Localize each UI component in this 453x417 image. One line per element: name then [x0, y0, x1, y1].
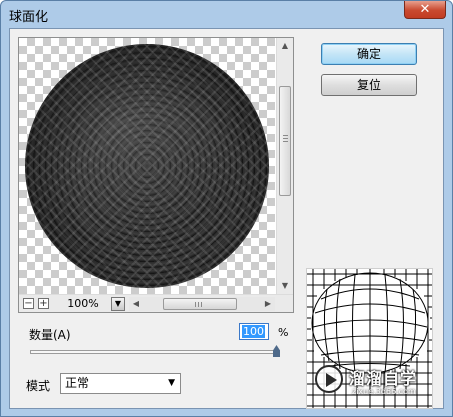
zoom-out-button[interactable]: −	[23, 298, 34, 309]
amount-slider-thumb[interactable]	[273, 345, 280, 357]
ok-button[interactable]: 确定	[321, 43, 417, 65]
zoom-level: 100%	[57, 297, 109, 311]
close-icon: ✕	[419, 2, 431, 17]
grip-icon	[195, 302, 204, 307]
amount-label: 数量(A)	[29, 328, 71, 342]
vertical-scroll-thumb[interactable]	[279, 86, 291, 196]
mode-selected-value: 正常	[65, 376, 90, 390]
close-button[interactable]: ✕	[404, 1, 446, 19]
mode-label: 模式	[26, 379, 51, 393]
chevron-down-icon: ▼	[168, 378, 175, 388]
zoom-dropdown-button[interactable]: ▼	[111, 297, 125, 311]
grip-icon	[283, 135, 288, 144]
spherized-image	[25, 44, 269, 288]
preview-horizontal-scrollbar[interactable]: ◀ ▶	[129, 297, 275, 311]
title-bar: 球面化 ✕	[1, 1, 452, 27]
watermark-title: 溜溜自学	[349, 369, 418, 388]
watermark-url: zixue.3d66.com	[352, 387, 416, 396]
amount-unit: %	[278, 326, 289, 339]
triangle-down-icon: ▼	[114, 299, 122, 308]
amount-input[interactable]: 100	[239, 323, 269, 340]
scroll-up-arrow-icon[interactable]: ▲	[277, 38, 293, 54]
mode-select[interactable]: 正常 ▼	[60, 373, 181, 394]
preview-zoom-bar: − + 100% ▼ ◀ ▶	[19, 294, 293, 312]
amount-slider[interactable]	[30, 350, 280, 354]
spherize-dialog: 球面化 ✕ ▲ ▼ − + 100% ▼ ◀ ▶ 确定 复位 数量(A) 100…	[0, 0, 453, 417]
filter-preview: ▲ ▼ − + 100% ▼ ◀ ▶	[18, 37, 294, 313]
scroll-down-arrow-icon[interactable]: ▼	[277, 278, 293, 294]
scroll-right-arrow-icon[interactable]: ▶	[261, 297, 275, 311]
watermark: 溜溜自学 zixue.3d66.com	[312, 359, 438, 403]
dialog-body: ▲ ▼ − + 100% ▼ ◀ ▶ 确定 复位 数量(A) 100 % 模式 …	[9, 28, 444, 409]
amount-value: 100	[242, 325, 265, 338]
horizontal-scroll-thumb[interactable]	[163, 298, 237, 310]
scroll-left-arrow-icon[interactable]: ◀	[129, 297, 143, 311]
play-logo-icon	[315, 365, 343, 393]
reset-button[interactable]: 复位	[321, 74, 417, 96]
window-title: 球面化	[9, 10, 49, 25]
preview-vertical-scrollbar[interactable]: ▲ ▼	[276, 38, 293, 294]
zoom-in-button[interactable]: +	[38, 298, 49, 309]
preview-canvas[interactable]	[19, 38, 275, 294]
